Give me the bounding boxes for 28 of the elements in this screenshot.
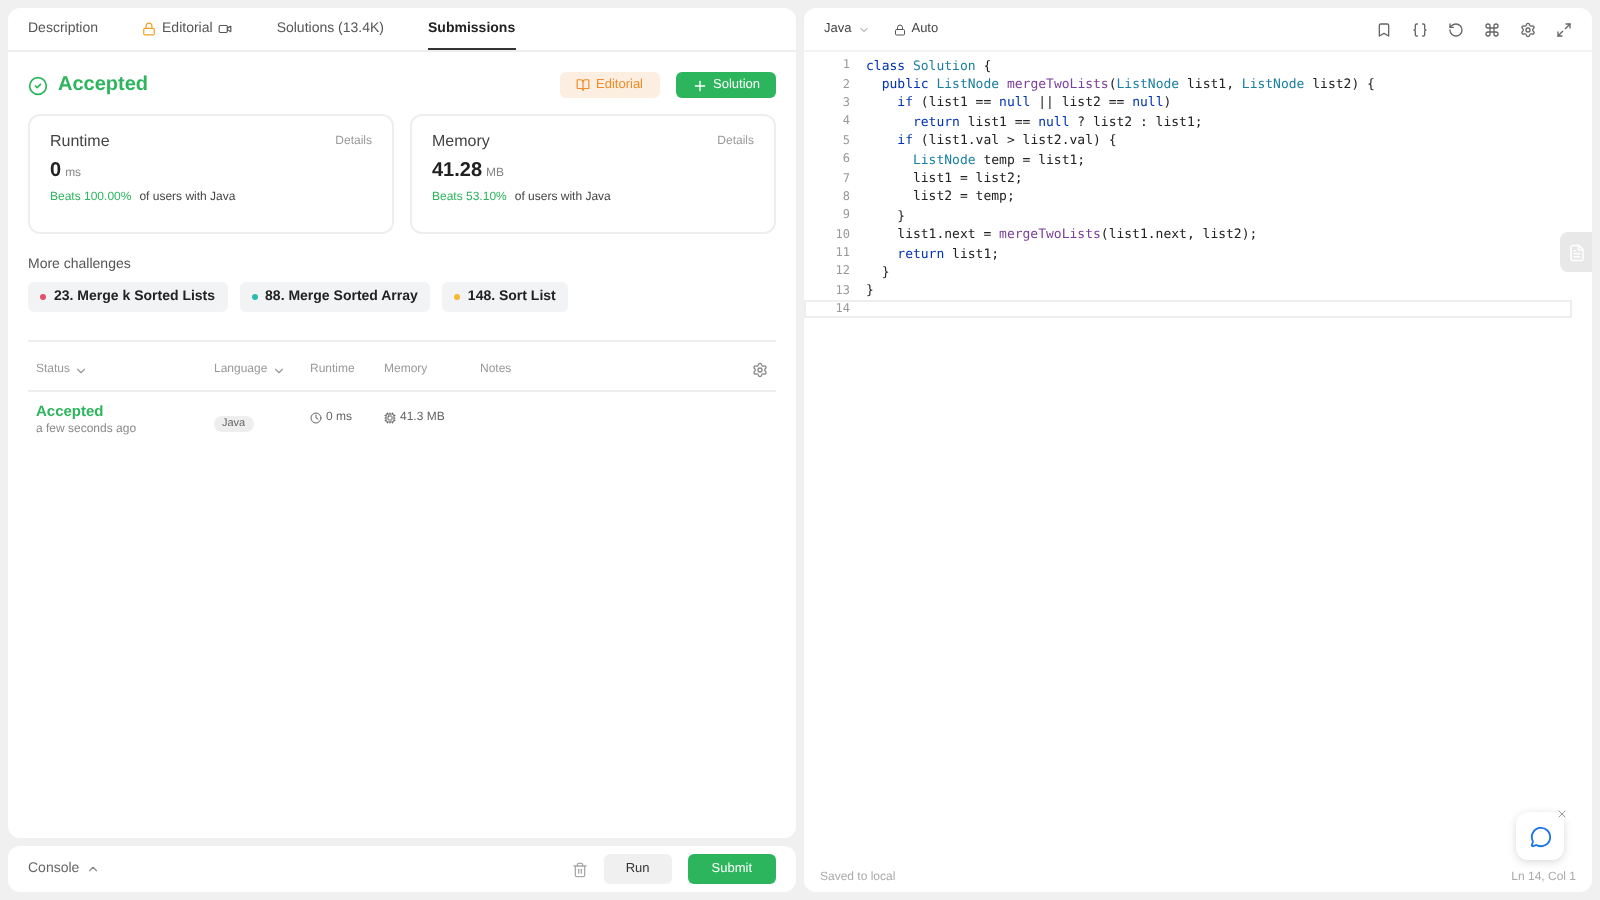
chevron-down-icon bbox=[74, 363, 89, 377]
chevron-down-icon bbox=[857, 23, 870, 35]
stat-title: Runtime bbox=[50, 132, 110, 150]
settings-icon bbox=[752, 362, 768, 378]
chevron-up-icon bbox=[85, 862, 100, 876]
trash-icon bbox=[571, 861, 588, 877]
lock-icon bbox=[893, 23, 906, 35]
plus-icon bbox=[691, 77, 707, 93]
lock-icon bbox=[142, 21, 157, 35]
chevron-down-icon bbox=[271, 363, 286, 377]
check-circle-icon bbox=[28, 75, 48, 95]
chat-icon bbox=[1529, 825, 1551, 847]
stat-value: 0 bbox=[50, 160, 62, 182]
reset-icon[interactable] bbox=[1448, 21, 1464, 37]
command-icon[interactable] bbox=[1484, 21, 1500, 37]
chip-icon bbox=[384, 412, 396, 424]
clock-icon bbox=[310, 412, 322, 424]
book-icon bbox=[576, 78, 591, 92]
video-icon bbox=[218, 21, 233, 35]
feedback-button[interactable] bbox=[1516, 812, 1564, 860]
close-icon bbox=[1556, 808, 1568, 820]
expand-icon[interactable] bbox=[1556, 21, 1572, 37]
bookmark-icon[interactable] bbox=[1376, 21, 1392, 37]
settings-icon[interactable] bbox=[1520, 21, 1536, 37]
braces-icon[interactable] bbox=[1412, 21, 1428, 37]
stat-title: Memory bbox=[432, 132, 490, 150]
submission-status: Accepted bbox=[58, 74, 149, 96]
stat-value: 41.28 bbox=[432, 160, 483, 182]
